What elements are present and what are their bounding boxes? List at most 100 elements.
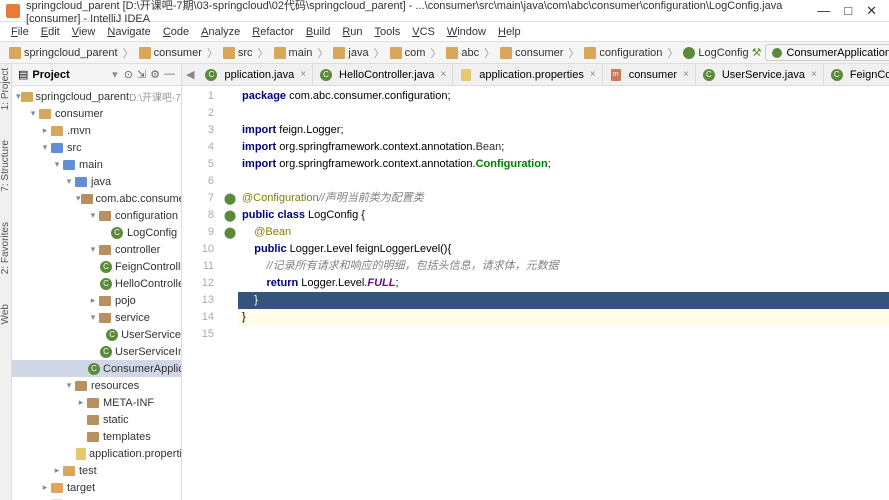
tree-node-.mvn[interactable]: ▸.mvn (12, 122, 181, 139)
tree-node-configuration[interactable]: ▾configuration (12, 207, 181, 224)
tree-arrow-icon[interactable]: ▾ (64, 176, 74, 187)
tree-node-pojo[interactable]: ▸pojo (12, 292, 181, 309)
close-icon[interactable]: × (440, 69, 446, 80)
tab-consumer[interactable]: mconsumer× (603, 64, 696, 85)
tree-node-META-INF[interactable]: ▸META-INF (12, 394, 181, 411)
editor[interactable]: 123456789101112131415 ⬤⬤⬤ package com.ab… (182, 86, 889, 500)
code-line[interactable]: } (238, 292, 889, 309)
tree-arrow-icon[interactable]: ▾ (52, 159, 62, 170)
code-line[interactable]: //记录所有请求和响应的明细，包括头信息，请求体，元数据 (238, 258, 889, 275)
close-button[interactable]: ✕ (866, 3, 877, 19)
close-icon[interactable]: × (590, 69, 596, 80)
code-line[interactable]: package com.abc.consumer.configuration; (238, 88, 889, 105)
tree-node-LogConfig[interactable]: CLogConfig (12, 224, 181, 241)
menu-vcs[interactable]: VCS (407, 26, 440, 38)
breadcrumb-LogConfig[interactable]: LogConfig (680, 47, 751, 59)
settings-icon[interactable]: ⚙ (150, 68, 160, 81)
tree-node-springcloud_parent[interactable]: ▾springcloud_parent D:\开课吧-7期\03-springc (12, 88, 181, 105)
tree-node-resources[interactable]: ▾resources (12, 377, 181, 394)
tab-scroll-left[interactable]: ◀ (182, 68, 198, 81)
tree-arrow-icon[interactable]: ▸ (76, 397, 86, 408)
tree-node-ConsumerApplication[interactable]: CConsumerApplication (12, 360, 181, 377)
tree-arrow-icon[interactable]: ▾ (40, 142, 50, 153)
tree-arrow-icon[interactable]: ▸ (52, 465, 62, 476)
breadcrumb-configuration[interactable]: configuration (581, 47, 665, 59)
code-line[interactable] (238, 326, 889, 343)
tree-node-UserService[interactable]: CUserService (12, 326, 181, 343)
hide-icon[interactable]: — (164, 68, 175, 81)
tree-arrow-icon[interactable]: ▾ (64, 380, 74, 391)
tree-node-java[interactable]: ▾java (12, 173, 181, 190)
tree-node-controller[interactable]: ▾controller (12, 241, 181, 258)
menu-view[interactable]: View (67, 26, 101, 38)
tool-tab----structure[interactable]: 7: Structure (0, 140, 11, 192)
tool-tab----favorites[interactable]: 2: Favorites (0, 222, 11, 274)
tab-pplication.java[interactable]: Cpplication.java× (198, 64, 313, 85)
minimize-button[interactable]: — (817, 3, 830, 19)
tree-arrow-icon[interactable]: ▾ (88, 210, 98, 221)
close-icon[interactable]: × (811, 69, 817, 80)
tree-node-test[interactable]: ▸test (12, 462, 181, 479)
tree-node-target[interactable]: ▸target (12, 479, 181, 496)
run-config-select[interactable]: ConsumerApplication ▾ (765, 44, 889, 61)
project-tree[interactable]: ▾springcloud_parent D:\开课吧-7期\03-springc… (12, 86, 181, 500)
code-line[interactable]: @Bean (238, 224, 889, 241)
breadcrumb-abc[interactable]: abc (443, 47, 482, 59)
breadcrumb-com[interactable]: com (387, 47, 429, 59)
breadcrumb-consumer[interactable]: consumer (497, 47, 566, 59)
tab-HelloController.java[interactable]: CHelloController.java× (313, 64, 453, 85)
code-line[interactable]: import org.springframework.context.annot… (238, 139, 889, 156)
menu-edit[interactable]: Edit (36, 26, 65, 38)
menu-run[interactable]: Run (337, 26, 367, 38)
tree-arrow-icon[interactable]: ▸ (40, 125, 50, 136)
tree-node-FeignController[interactable]: CFeignController (12, 258, 181, 275)
breadcrumb-main[interactable]: main (271, 47, 316, 59)
menu-analyze[interactable]: Analyze (196, 26, 245, 38)
code-line[interactable] (238, 173, 889, 190)
tree-arrow-icon[interactable]: ▾ (88, 312, 98, 323)
tree-node-HelloController[interactable]: CHelloController (12, 275, 181, 292)
breadcrumb-java[interactable]: java (330, 47, 371, 59)
code-line[interactable]: import feign.Logger; (238, 122, 889, 139)
tab-FeignController.java[interactable]: CFeignController.java× (824, 64, 889, 85)
tree-arrow-icon[interactable]: ▸ (40, 482, 50, 493)
tool-tab-web[interactable]: Web (0, 304, 11, 324)
tree-node-templates[interactable]: templates (12, 428, 181, 445)
menu-window[interactable]: Window (442, 26, 491, 38)
tree-node-consumer[interactable]: ▾consumer (12, 105, 181, 122)
tree-node-main[interactable]: ▾main (12, 156, 181, 173)
breadcrumb-consumer[interactable]: consumer (136, 47, 205, 59)
code-line[interactable]: import org.springframework.context.annot… (238, 156, 889, 173)
tree-node-static[interactable]: static (12, 411, 181, 428)
menu-help[interactable]: Help (493, 26, 526, 38)
breadcrumb-src[interactable]: src (220, 47, 256, 59)
maximize-button[interactable]: □ (844, 3, 852, 19)
collapse-all-icon[interactable]: ⇲ (137, 68, 146, 81)
menu-code[interactable]: Code (158, 26, 194, 38)
menu-navigate[interactable]: Navigate (102, 26, 155, 38)
tab-UserService.java[interactable]: CUserService.java× (696, 64, 824, 85)
menu-refactor[interactable]: Refactor (247, 26, 299, 38)
tree-node-.gitignore[interactable]: .gitignore (12, 496, 181, 500)
code-line[interactable]: return Logger.Level.FULL; (238, 275, 889, 292)
code-area[interactable]: package com.abc.consumer.configuration; i… (238, 86, 889, 500)
code-line[interactable]: public class LogConfig { (238, 207, 889, 224)
close-icon[interactable]: × (683, 69, 689, 80)
breadcrumb-springcloud_parent[interactable]: springcloud_parent (6, 47, 121, 59)
close-icon[interactable]: × (300, 69, 306, 80)
tab-application.properties[interactable]: application.properties× (453, 64, 602, 85)
tree-arrow-icon[interactable]: ▾ (88, 244, 98, 255)
tree-node-UserServiceImpl[interactable]: CUserServiceImpl (12, 343, 181, 360)
chevron-down-icon[interactable]: ▾ (112, 68, 118, 81)
tree-node-application.properties[interactable]: application.properties (12, 445, 181, 462)
tree-arrow-icon[interactable]: ▸ (88, 295, 98, 306)
menu-file[interactable]: File (6, 26, 34, 38)
select-opened-icon[interactable]: ⊙ (124, 68, 133, 81)
build-icon[interactable]: ⚒ (752, 46, 762, 59)
tree-node-com.abc.consumer[interactable]: ▾com.abc.consumer (12, 190, 181, 207)
menu-build[interactable]: Build (301, 26, 335, 38)
code-line[interactable]: @Configuration//声明当前类为配置类 (238, 190, 889, 207)
tree-node-service[interactable]: ▾service (12, 309, 181, 326)
tree-node-src[interactable]: ▾src (12, 139, 181, 156)
tool-tab----project[interactable]: 1: Project (0, 68, 11, 110)
